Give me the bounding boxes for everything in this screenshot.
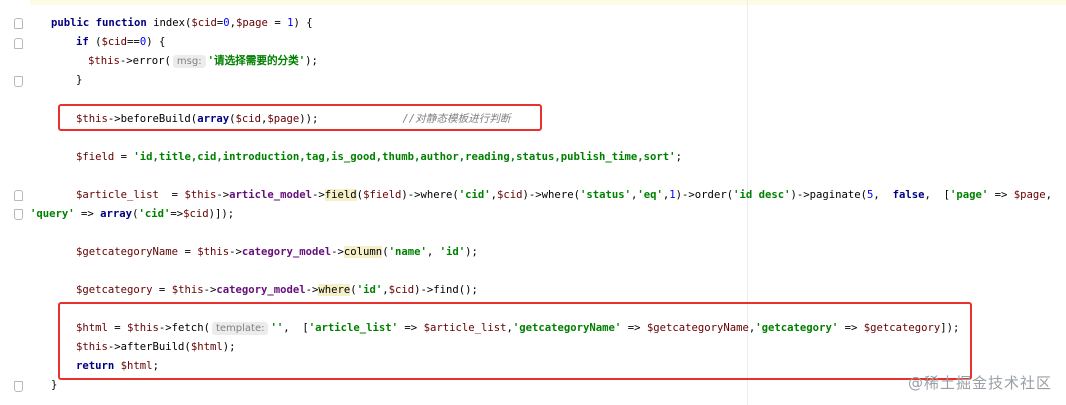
code-line: $getcategoryName = $this->category_model…	[76, 246, 478, 258]
code-line: }	[76, 74, 83, 86]
code-line: 'query' => array('cid'=>$cid)]);	[30, 208, 235, 220]
code-line: public function index($cid=0,$page = 1) …	[51, 17, 313, 29]
code-line: $article_list = $this->article_model->fi…	[76, 189, 1053, 201]
parameter-hint: msg:	[172, 55, 206, 68]
watermark: @稀土掘金技术社区	[907, 374, 1052, 392]
code-line: if ($cid==0) {	[76, 36, 166, 48]
highlight-box-fetch-block	[58, 302, 972, 380]
highlight-box-before-build	[58, 104, 542, 131]
code-line: }	[51, 379, 58, 391]
code-line: $this->error(msg: '请选择需要的分类');	[88, 55, 318, 68]
code-line: $getcategory = $this->category_model->wh…	[76, 284, 478, 296]
code-line: $field = 'id,title,cid,introduction,tag,…	[76, 151, 682, 163]
